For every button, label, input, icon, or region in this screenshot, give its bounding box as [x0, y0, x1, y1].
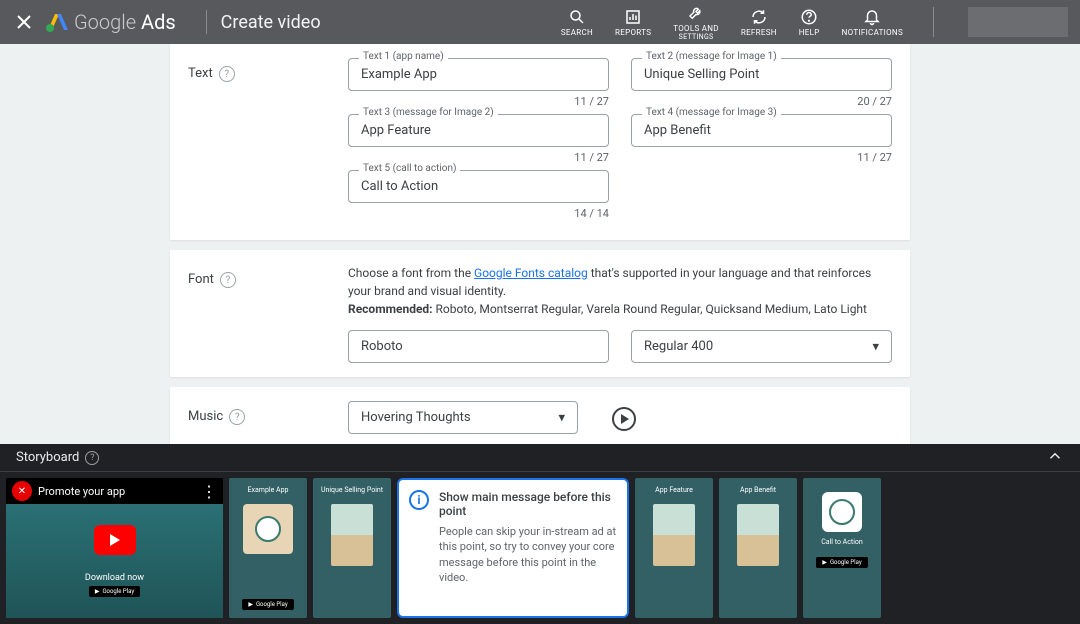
photo-icon: [653, 504, 695, 566]
youtube-play-icon[interactable]: [94, 525, 136, 555]
text-card: Text? Text 1 (app name)Example App 11 / …: [170, 44, 910, 240]
chevron-down-icon: ▾: [872, 339, 879, 354]
help-icon[interactable]: ?: [85, 451, 99, 465]
font-description: Choose a font from the Google Fonts cata…: [348, 264, 892, 318]
storyboard-thumb-4[interactable]: App Benefit: [719, 478, 797, 618]
music-section-label: Music?: [188, 401, 348, 434]
leaf-icon: [822, 492, 862, 532]
storyboard-thumb-5[interactable]: Call to Action ▶ Google Play: [803, 478, 881, 618]
storyboard-thumb-2[interactable]: Unique Selling Point: [313, 478, 391, 618]
storyboard-thumb-1[interactable]: Example App ▶ Google Play: [229, 478, 307, 618]
more-button[interactable]: ⋮: [201, 482, 217, 501]
help-icon[interactable]: ?: [220, 272, 236, 288]
chevron-up-icon: [1046, 447, 1064, 465]
font-section-label: Font?: [188, 264, 348, 363]
nav-help[interactable]: HELP: [799, 8, 820, 37]
fonts-catalog-link[interactable]: Google Fonts catalog: [474, 266, 588, 280]
text4-input[interactable]: Text 4 (message for Image 3)App Benefit: [631, 114, 892, 147]
help-icon[interactable]: ?: [229, 409, 245, 425]
ads-logo-icon: [44, 10, 68, 34]
photo-icon: [737, 504, 779, 566]
text2-input[interactable]: Text 2 (message for Image 1)Unique Selli…: [631, 58, 892, 91]
reports-icon: [624, 8, 642, 26]
text5-input[interactable]: Text 5 (call to action)Call to Action: [348, 170, 609, 203]
text3-input[interactable]: Text 3 (message for Image 2)App Feature: [348, 114, 609, 147]
nav-reports[interactable]: REPORTS: [615, 8, 651, 37]
logo: Google Ads: [44, 10, 176, 34]
tip-card: i Show main message before this point Pe…: [397, 478, 629, 618]
nav-tools[interactable]: TOOLS ANDSETTINGS: [673, 4, 719, 41]
video-preview[interactable]: ✕ Promote your app ⋮ Download now ▶ Goog…: [6, 478, 223, 618]
tip-body: People can skip your in-stream ad at thi…: [439, 524, 617, 586]
app-badge-icon: ✕: [12, 481, 32, 501]
music-card: Music? Hovering Thoughts▾: [170, 387, 910, 444]
search-icon: [568, 8, 586, 26]
video-title: Promote your app: [38, 485, 125, 498]
collapse-button[interactable]: [1046, 447, 1064, 469]
info-icon: i: [409, 490, 429, 510]
help-icon[interactable]: ?: [219, 66, 235, 82]
wrench-icon: [687, 4, 705, 22]
font-family-input[interactable]: Roboto: [348, 330, 609, 363]
store-badge: ▶ Google Play: [242, 599, 293, 610]
account-area[interactable]: [968, 7, 1068, 37]
music-select[interactable]: Hovering Thoughts▾: [348, 401, 578, 434]
nav-divider: [933, 7, 934, 37]
help-icon-nav: [800, 8, 818, 26]
storyboard-label: Storyboard: [16, 450, 79, 465]
chevron-down-icon: ▾: [558, 410, 565, 425]
storyboard-thumb-3[interactable]: App Feature: [635, 478, 713, 618]
play-button[interactable]: [612, 407, 636, 431]
refresh-icon: [750, 8, 768, 26]
bell-icon: [863, 8, 881, 26]
divider: [206, 10, 207, 34]
leaf-icon: [243, 504, 293, 554]
storyboard-panel: Storyboard ? ✕ Promote your app ⋮ Downlo…: [0, 444, 1080, 624]
close-icon: [16, 14, 32, 30]
close-button[interactable]: [12, 10, 36, 34]
text4-counter: 11 / 27: [631, 151, 892, 164]
store-badge: ▶ Google Play: [816, 557, 867, 568]
tip-title: Show main message before this point: [439, 490, 617, 518]
page-title: Create video: [221, 12, 321, 33]
text1-input[interactable]: Text 1 (app name)Example App: [348, 58, 609, 91]
brand-text: Google Ads: [74, 10, 176, 34]
font-weight-select[interactable]: Regular 400▾: [631, 330, 892, 363]
nav-search[interactable]: SEARCH: [561, 8, 593, 37]
text-section-label: Text?: [188, 58, 348, 226]
store-badge: ▶ Google Play: [89, 586, 140, 597]
download-text: Download now: [85, 573, 144, 583]
nav-notifications[interactable]: NOTIFICATIONS: [842, 8, 903, 37]
nav-refresh[interactable]: REFRESH: [741, 8, 777, 37]
font-card: Font? Choose a font from the Google Font…: [170, 250, 910, 377]
photo-icon: [331, 504, 373, 566]
text5-counter: 14 / 14: [348, 207, 609, 220]
